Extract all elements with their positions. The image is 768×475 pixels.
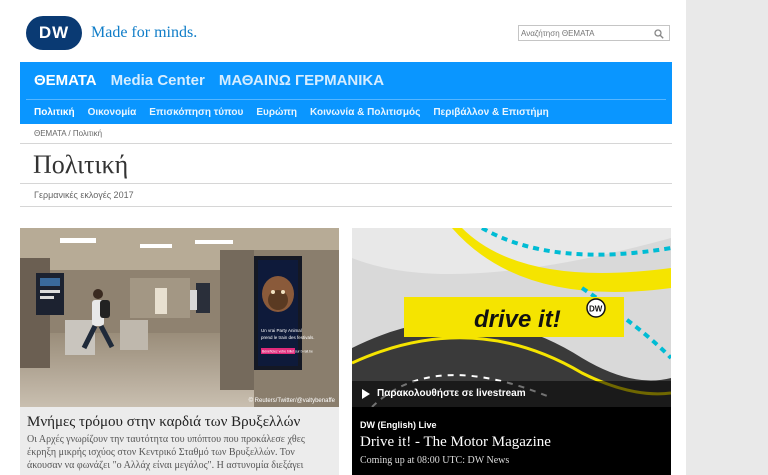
article-summary: Οι Αρχές γνωρίζουν την ταυτότητα του υπό… <box>27 434 305 471</box>
primary-nav: ΘΕΜΑΤΑ Media Center ΜΑΘΑΙΝΩ ΓΕΡΜΑΝΙΚΑ <box>34 72 384 89</box>
page: DW Made for minds. ΘΕΜΑΤΑ Media Center Μ… <box>0 0 686 475</box>
subnav-item-europe[interactable]: Ευρώπη <box>256 107 297 118</box>
search-box <box>518 25 670 41</box>
livestream-image[interactable]: drive it! DW Παρακολουθήστε σε livestrea… <box>352 228 671 407</box>
nav-item-themata[interactable]: ΘΕΜΑΤΑ <box>34 72 97 89</box>
subnav-item-society-culture[interactable]: Κοινωνία & Πολιτισμός <box>310 107 420 118</box>
article-headline[interactable]: Μνήμες τρόμου στην καρδιά των Βρυξελλών <box>27 414 300 431</box>
subnav-item-environment-science[interactable]: Περιβάλλον & Επιστήμη <box>433 107 548 118</box>
dw-badge-text: DW <box>589 305 603 314</box>
program-title[interactable]: Drive it! - The Motor Magazine <box>360 434 551 451</box>
poster-text-3: Bénéficiez votre billet sur b-rail.be <box>262 350 313 354</box>
topic-tag-link[interactable]: Γερμανικές εκλογές 2017 <box>34 190 134 200</box>
subnav-item-economy[interactable]: Οικονομία <box>88 107 137 118</box>
channel-name: DW (English) Live <box>360 420 437 430</box>
subnav-item-press-review[interactable]: Επισκόπηση τύπου <box>149 107 243 118</box>
photo-credit: © Reuters/Twitter/@valtybenaffe <box>248 398 335 404</box>
slogan: Made for minds. <box>91 24 198 41</box>
poster-text-2: prend le train des festivals. <box>261 335 315 340</box>
logo-text: DW <box>38 23 70 42</box>
divider <box>20 143 672 144</box>
divider <box>20 206 672 207</box>
nav-divider <box>26 99 666 100</box>
nav-item-media-center[interactable]: Media Center <box>111 72 205 89</box>
watch-livestream-bar[interactable]: Παρακολουθήστε σε livestream <box>352 381 671 407</box>
article-image[interactable]: Un vrai Party Animal prend le train des … <box>20 228 339 407</box>
poster-text-1: Un vrai Party Animal <box>261 328 302 333</box>
drive-it-logo-text: drive it! <box>474 306 561 333</box>
search-icon[interactable] <box>654 29 664 39</box>
nav-item-learn-german[interactable]: ΜΑΘΑΙΝΩ ΓΕΡΜΑΝΙΚΑ <box>219 72 384 89</box>
breadcrumb[interactable]: ΘΕΜΑΤΑ / Πολιτική <box>34 129 102 138</box>
page-title: Πολιτική <box>33 150 129 179</box>
secondary-nav: Πολιτική Οικονομία Επισκόπηση τύπου Ευρώ… <box>34 107 549 118</box>
livestream-card[interactable]: drive it! DW Παρακολουθήστε σε livestrea… <box>352 228 671 475</box>
subnav-item-politics[interactable]: Πολιτική <box>34 107 75 118</box>
article-card[interactable]: Un vrai Party Animal prend le train des … <box>20 228 339 475</box>
divider <box>20 183 672 184</box>
up-next-text: Coming up at 08:00 UTC: DW News <box>360 455 510 466</box>
search-input[interactable] <box>521 26 649 40</box>
watch-label[interactable]: Παρακολουθήστε σε livestream <box>377 388 526 399</box>
play-icon[interactable] <box>362 389 370 399</box>
dw-logo[interactable]: DW <box>26 16 82 50</box>
station-photo: Un vrai Party Animal prend le train des … <box>20 228 339 407</box>
main-navigation: ΘΕΜΑΤΑ Media Center ΜΑΘΑΙΝΩ ΓΕΡΜΑΝΙΚΑ Πο… <box>20 62 672 124</box>
